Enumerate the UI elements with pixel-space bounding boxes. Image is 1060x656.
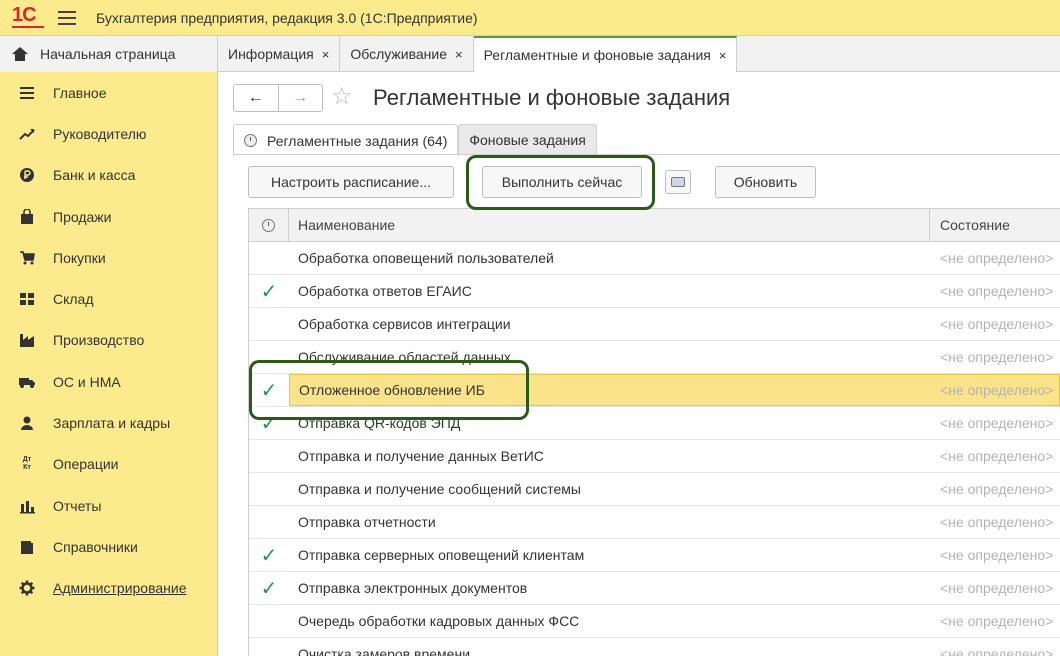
table-row[interactable]: Очистка замеров времени <не определено> [249,638,1060,656]
menu-icon [18,85,36,101]
title-bar: 1С Бухгалтерия предприятия, редакция 3.0… [0,0,1060,36]
sidebar-item-directories[interactable]: Справочники [0,526,217,567]
table-row[interactable]: ✓ Обработка ответов ЕГАИС <не определено> [249,275,1060,308]
job-name: Очередь обработки кадровых данных ФСС [298,613,580,629]
bar-chart-icon [18,498,36,514]
sidebar-item-salary[interactable]: Зарплата и кадры [0,402,217,443]
close-icon[interactable]: × [455,47,463,62]
sidebar-item-operations[interactable]: Дт Кт Операции [0,444,217,485]
app-title: Бухгалтерия предприятия, редакция 3.0 (1… [96,9,478,26]
job-state: <не определено> [930,374,1060,406]
job-state: <не определено> [940,481,1054,497]
tab-scheduled-jobs[interactable]: Регламентные и фоновые задания × [473,36,738,72]
check-icon: ✓ [260,280,278,303]
sidebar-item-production[interactable]: Производство [0,320,217,361]
table-row[interactable]: Отправка и получение данных ВетИС <не опр… [249,440,1060,473]
job-name: Отправка серверных оповещений клиентам [298,547,585,563]
sidebar-item-administration[interactable]: Администрирование [0,568,217,609]
job-name: Отправка и получение сообщений системы [298,481,581,497]
home-icon [12,47,28,61]
job-state: <не определено> [940,316,1054,332]
1c-logo[interactable]: 1С [12,4,48,30]
main-menu-icon[interactable] [58,10,76,25]
close-icon[interactable]: × [719,48,727,63]
bag-icon [18,208,36,225]
table-row[interactable]: Очередь обработки кадровых данных ФСС <не… [249,605,1060,638]
tab-home[interactable]: Начальная страница [0,36,218,72]
job-state: <не определено> [940,646,1054,656]
keyboard-button[interactable] [665,170,691,194]
books-icon [18,539,36,555]
back-button[interactable]: ← [234,85,278,111]
job-name: Отправка электронных документов [298,580,528,596]
job-name: Очистка замеров времени [298,646,471,656]
sidebar-item-fixed-assets[interactable]: ОС и НМА [0,361,217,402]
check-icon: ✓ [260,577,278,600]
job-name: Обработка сервисов интеграции [298,316,511,332]
highlight-frame-selected-row [249,360,529,420]
tab-scheduled-tasks[interactable]: Регламентные задания (64) [233,124,459,156]
close-icon[interactable]: × [322,47,330,62]
job-state: <не определено> [940,514,1054,530]
tab-maintenance[interactable]: Обслуживание × [340,36,474,72]
forward-button[interactable]: → [277,85,323,111]
history-nav: ← → [233,84,323,112]
highlight-frame-run-button [466,155,655,210]
subtab-bar: Регламентные задания (64) Фоновые задани… [233,124,597,156]
table-row[interactable]: ✓ Отправка электронных документов <не опре… [249,572,1060,605]
refresh-button[interactable]: Обновить [715,166,816,198]
person-icon [18,415,36,431]
warehouse-icon [18,291,36,307]
tab-information[interactable]: Информация × [218,36,341,72]
check-icon: ✓ [260,544,278,567]
job-state: <не определено> [940,547,1054,563]
cart-icon [18,250,36,266]
job-name: Отправка и получение данных ВетИС [298,448,544,464]
ruble-icon [18,167,36,183]
clock-icon [244,134,257,147]
job-name: Обработка ответов ЕГАИС [298,283,472,299]
dt-kt-icon: Дт Кт [22,456,32,472]
sidebar-item-main[interactable]: Главное [0,72,217,113]
favorite-star-icon[interactable]: ☆ [331,83,353,111]
sidebar-item-warehouse[interactable]: Склад [0,278,217,319]
sidebar-item-reports[interactable]: Отчеты [0,485,217,526]
sidebar-item-manager[interactable]: Руководителю [0,113,217,154]
gear-icon [18,580,36,596]
sidebar-item-bank[interactable]: Банк и касса [0,155,217,196]
job-name: Отправка отчетности [298,514,436,530]
factory-icon [18,332,36,348]
job-state: <не определено> [940,283,1054,299]
sidebar-item-sales[interactable]: Продажи [0,196,217,237]
window-tab-bar: Начальная страница Информация × Обслужив… [0,36,1060,72]
keyboard-icon [671,177,685,187]
trend-icon [18,126,36,142]
table-row[interactable]: Обработка оповещений пользователей <не оп… [249,242,1060,275]
table-header: Наименование Состояние [249,209,1060,242]
job-state: <не определено> [940,448,1054,464]
page-title: Регламентные и фоновые задания [373,85,731,110]
sidebar: Главное Руководителю Банк и касса Продаж… [0,72,218,656]
job-state: <не определено> [940,349,1054,365]
table-row[interactable]: Отправка и получение сообщений системы <н… [249,473,1060,506]
table-row[interactable]: Обработка сервисов интеграции <не определ… [249,308,1060,341]
column-header-name[interactable]: Наименование [289,209,930,242]
job-state: <не определено> [940,580,1054,596]
job-name: Обработка оповещений пользователей [298,250,554,266]
column-header-state[interactable]: Состояние [930,217,1060,233]
truck-icon [18,374,36,390]
job-state: <не определено> [940,613,1054,629]
configure-schedule-button[interactable]: Настроить расписание... [248,166,454,198]
table-row[interactable]: ✓ Отправка серверных оповещений клиентам <… [249,539,1060,572]
job-state: <не определено> [940,250,1054,266]
job-state: <не определено> [940,415,1054,431]
tab-background-tasks[interactable]: Фоновые задания [458,124,597,154]
sidebar-item-purchases[interactable]: Покупки [0,237,217,278]
table-row[interactable]: Отправка отчетности <не определено> [249,506,1060,539]
header-clock-icon[interactable] [249,209,289,242]
jobs-table: Наименование Состояние Обработка оповеще… [248,208,1060,656]
